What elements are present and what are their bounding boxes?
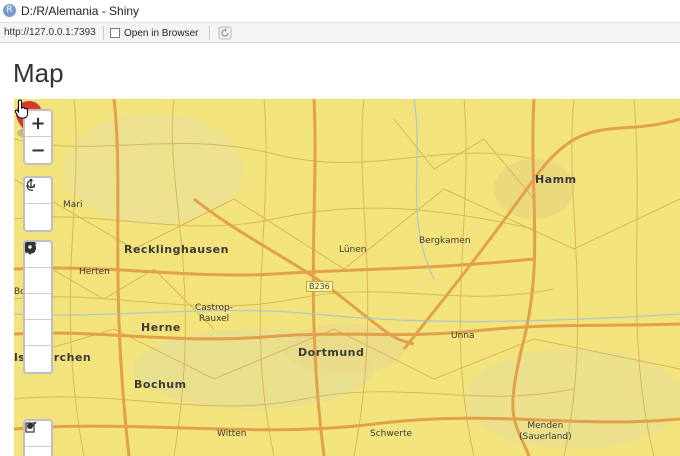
draw-polygon-button[interactable] xyxy=(25,243,51,294)
zoom-out-button[interactable]: − xyxy=(25,137,51,163)
refresh-icon xyxy=(26,178,36,189)
address-bar: http://127.0.0.1:7393 Open in Browser xyxy=(0,22,680,43)
city-label-dortmund: Dortmund xyxy=(298,346,365,359)
reset-view-button[interactable] xyxy=(25,178,51,230)
city-label-herten: Herten xyxy=(79,267,110,277)
reload-icon[interactable] xyxy=(218,26,232,40)
draw-marker-button[interactable] xyxy=(25,242,51,346)
open-window-icon xyxy=(110,28,120,38)
extra-tools-control xyxy=(23,176,53,232)
window-title: D:/R/Alemania - Shiny xyxy=(21,4,140,18)
city-label-hamm: Hamm xyxy=(535,173,577,186)
draw-toolbar xyxy=(23,240,53,374)
page-title: Map xyxy=(13,58,64,88)
city-label-castrop-rauxel: Castrop- Rauxel xyxy=(195,303,233,324)
edit-toolbar xyxy=(23,419,53,456)
city-label-unna: Unna xyxy=(451,331,475,341)
city-label-bergkamen: Bergkamen xyxy=(419,236,471,246)
city-label-schwerte: Schwerte xyxy=(370,429,413,439)
draw-circle-button[interactable] xyxy=(25,242,51,372)
draw-rectangle-button[interactable] xyxy=(25,242,51,320)
window-titlebar: R D:/R/Alemania - Shiny xyxy=(0,0,680,22)
city-label-bochum: Bochum xyxy=(134,378,187,391)
map-tiles xyxy=(14,99,680,456)
draw-circle-icon xyxy=(25,242,37,254)
open-in-browser-label: Open in Browser xyxy=(124,27,199,39)
delete-layers-button[interactable] xyxy=(25,423,51,456)
url-text[interactable]: http://127.0.0.1:7393 xyxy=(4,27,96,38)
road-label-b236: B236 xyxy=(306,281,333,292)
city-label-recklinghausen: Recklinghausen xyxy=(124,243,229,256)
toolbar-separator xyxy=(103,26,104,40)
open-in-browser-button[interactable]: Open in Browser xyxy=(110,25,198,41)
city-label-witten: Witten xyxy=(217,429,247,439)
hand-cursor-icon xyxy=(14,99,28,119)
city-label-herne: Herne xyxy=(141,321,181,334)
trash-icon xyxy=(27,423,33,429)
toolbar-separator xyxy=(209,26,210,40)
app-icon: R xyxy=(3,4,16,17)
city-label-marl: Mari xyxy=(63,200,83,210)
city-label-menden: Menden (Sauerland) xyxy=(519,421,572,442)
leaflet-map[interactable]: Hamm Mari Recklinghausen Lünen Bergkamen… xyxy=(14,99,680,456)
city-label-luenen: Lünen xyxy=(339,245,367,255)
